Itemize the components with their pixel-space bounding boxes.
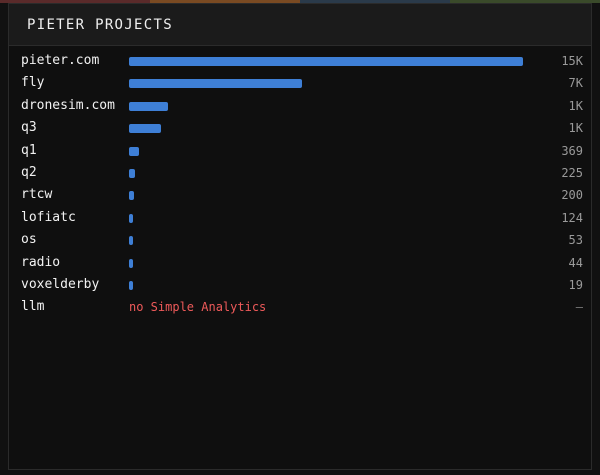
visitor-bar: [129, 258, 133, 268]
project-name: fly: [21, 75, 45, 91]
visitor-count: 124: [561, 210, 583, 225]
visitor-count: 19: [568, 277, 583, 292]
visitor-bar: [129, 168, 135, 178]
project-name: dronesim.com: [21, 97, 115, 113]
visitor-bar: [129, 191, 135, 201]
bar-track: [129, 146, 529, 156]
visitor-bar: [129, 124, 161, 134]
bar-track: [129, 57, 529, 66]
bar-track: [129, 213, 529, 223]
project-row: q1 369: [9, 140, 593, 162]
project-row: lofiatc 124: [9, 207, 593, 229]
visitor-count: 225: [561, 165, 583, 180]
project-name: voxelderby: [21, 276, 100, 292]
visitor-count: –: [575, 300, 583, 315]
project-row: pieter.com 15K: [9, 50, 593, 72]
project-row: radio 44: [9, 252, 593, 274]
project-name: llm: [21, 299, 45, 315]
visitor-count: 53: [568, 233, 583, 248]
bar-track: [129, 191, 529, 201]
bar-track: [129, 258, 529, 268]
bar-track: [129, 280, 529, 290]
visitor-count: 15K: [561, 54, 583, 68]
project-name: q1: [21, 142, 37, 158]
analytics-note: no Simple Analytics: [129, 300, 267, 315]
project-row: rtcw 200: [9, 184, 593, 206]
projects-panel: PIETER PROJECTS pieter.com 15K fly 7K drones…: [8, 3, 592, 470]
visitor-count: 7K: [568, 76, 583, 91]
visitor-count: 1K: [568, 98, 583, 113]
visitor-bar: [129, 79, 303, 89]
visitor-count: 200: [561, 188, 583, 203]
visitor-count: 369: [561, 143, 583, 158]
project-name: rtcw: [21, 187, 53, 203]
visitor-bar: [129, 101, 169, 111]
project-row: os 53: [9, 229, 593, 251]
visitor-bar: [129, 146, 139, 156]
bar-track: [129, 168, 529, 178]
bar-track: [129, 79, 529, 89]
project-row: llm no Simple Analytics –: [9, 296, 593, 318]
project-row: q2 225: [9, 162, 593, 184]
project-name: pieter.com: [21, 53, 100, 68]
visitor-count: 1K: [568, 121, 583, 136]
bar-track: [129, 124, 529, 134]
bar-track: [129, 236, 529, 246]
panel-header: PIETER PROJECTS: [9, 4, 591, 46]
visitor-bar: [129, 213, 133, 223]
visitor-bar: [129, 57, 523, 66]
project-row: fly 7K: [9, 72, 593, 94]
visitor-count: 44: [568, 255, 583, 270]
project-bar-chart: pieter.com 15K fly 7K dronesim.com 1K q3 1K q1 36…: [9, 50, 593, 319]
bar-track: [129, 101, 529, 111]
project-name: radio: [21, 254, 61, 270]
project-row: dronesim.com 1K: [9, 95, 593, 117]
project-row: q3 1K: [9, 117, 593, 139]
project-row: voxelderby 19: [9, 274, 593, 296]
project-name: q3: [21, 120, 37, 136]
panel-title: PIETER PROJECTS: [27, 16, 173, 33]
project-name: q2: [21, 164, 37, 180]
project-name: lofiatc: [21, 209, 76, 225]
visitor-bar: [129, 236, 133, 246]
project-name: os: [21, 232, 37, 248]
visitor-bar: [129, 280, 133, 290]
